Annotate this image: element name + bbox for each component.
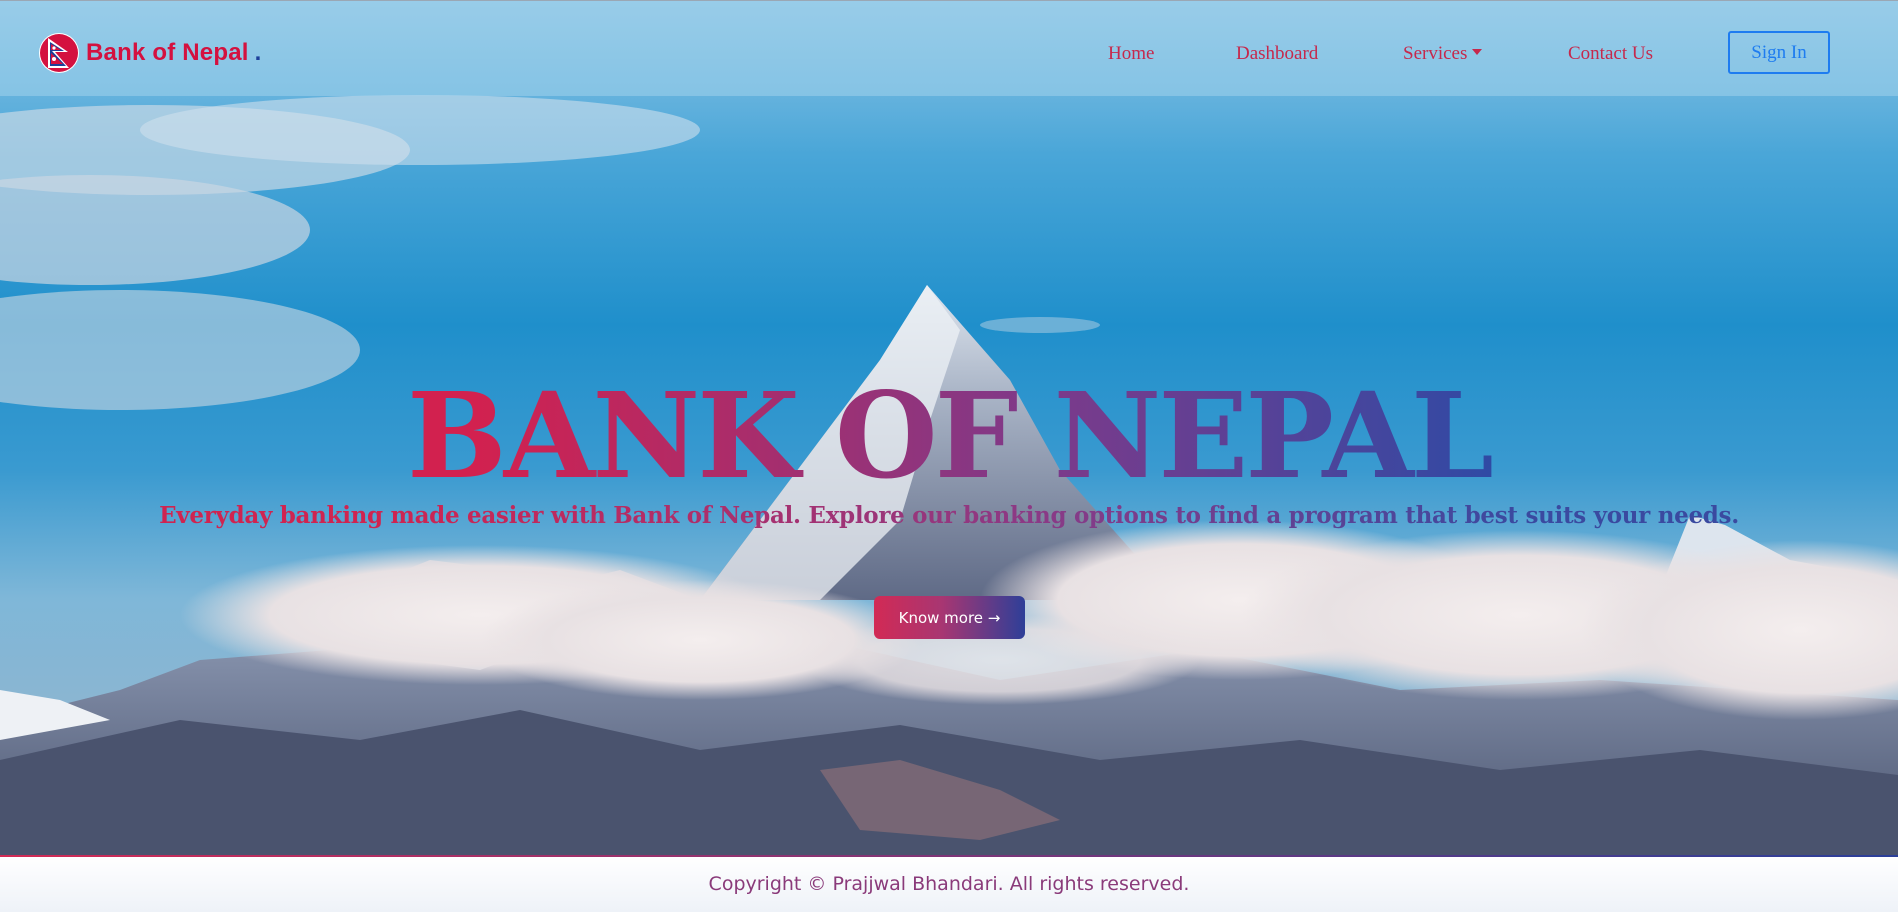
nav-services-dropdown[interactable]: Services [1403, 43, 1483, 65]
footer: Copyright © Prajjwal Bhandari. All right… [0, 855, 1898, 912]
nav-dashboard-link[interactable]: Dashboard [1236, 43, 1318, 65]
footer-copyright: Copyright © Prajjwal Bhandari. All right… [708, 873, 1190, 895]
nav-contact-link[interactable]: Contact Us [1568, 43, 1653, 65]
hero-title: BANK OF NEPAL [0, 377, 1898, 495]
nav-home-link[interactable]: Home [1108, 43, 1154, 65]
know-more-button[interactable]: Know more → [874, 596, 1025, 639]
hero-subtitle: Everyday banking made easier with Bank o… [0, 502, 1898, 529]
caret-down-icon [1472, 49, 1483, 55]
sign-in-button[interactable]: Sign In [1728, 31, 1830, 74]
nav-links: Home Dashboard Services Contact Us [0, 43, 1898, 73]
navbar: Bank of Nepal. Home Dashboard Services C… [0, 0, 1898, 96]
nav-services-label: Services [1403, 43, 1468, 64]
